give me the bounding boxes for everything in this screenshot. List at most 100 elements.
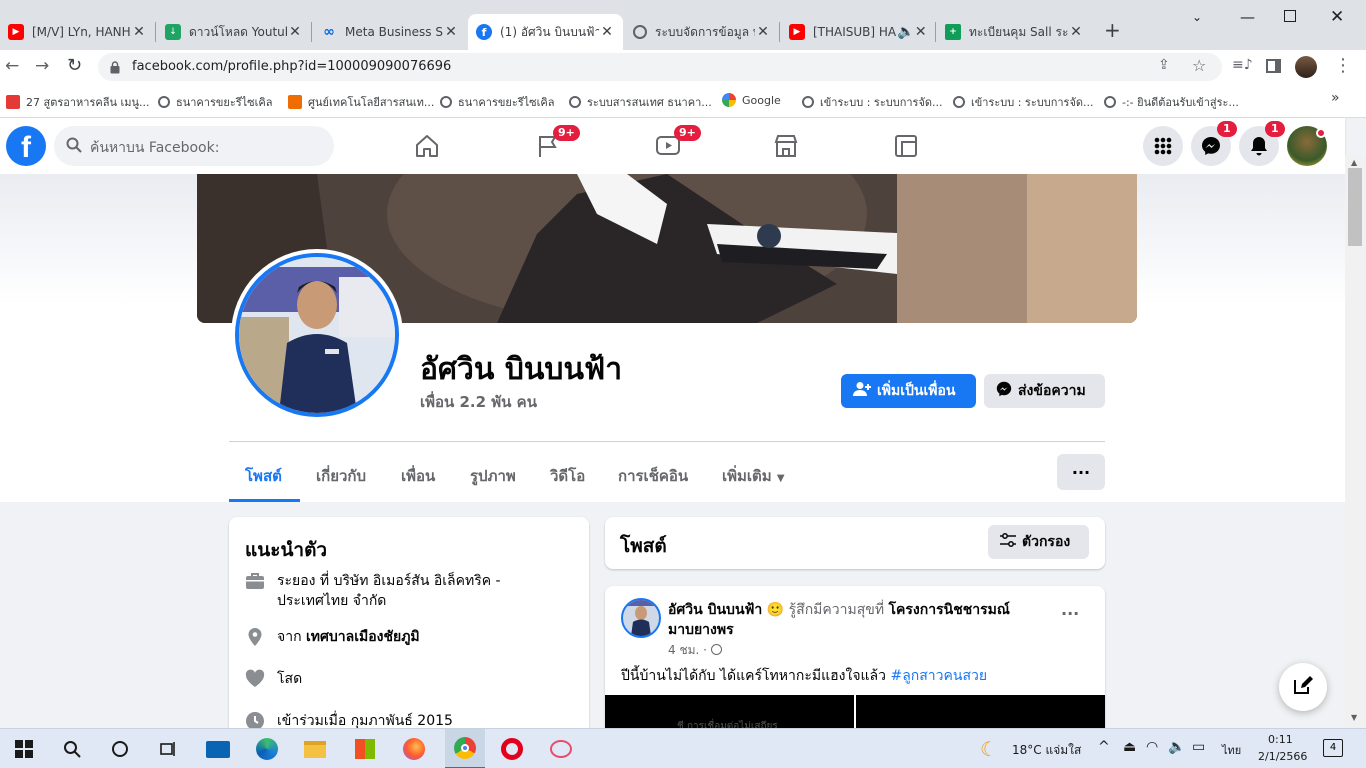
forward-icon[interactable]: → [35,56,49,76]
page-scrollbar[interactable]: ▲ ▼ [1345,156,1366,728]
input-language-indicator[interactable]: ไทย [1222,741,1241,759]
weather-moon-icon[interactable]: ☾ [980,737,998,761]
bookmark-item[interactable]: -:- ยินดีต้อนรับเข้าสู่ระ... [1104,93,1239,111]
new-message-button[interactable] [1279,663,1327,711]
profile-picture[interactable] [231,249,403,421]
bookmark-item[interactable]: เข้าระบบ : ระบบการจัด... [953,93,1094,111]
tab-posts[interactable]: โพสต์ [245,464,282,488]
scroll-up-arrow-icon[interactable]: ▲ [1351,158,1357,167]
bookmark-item[interactable]: ศูนย์เทคโนโลยีสารสนเท... [288,93,434,111]
tab-photos[interactable]: รูปภาพ [470,464,516,488]
action-center-icon[interactable]: 4 [1323,739,1343,757]
tab-title: ระบบจัดการข้อมูล บ [655,24,755,39]
cortana-icon[interactable] [108,737,132,761]
snipping-tool-icon[interactable] [549,737,573,761]
post-more-icon[interactable]: ··· [1061,604,1079,623]
side-panel-icon[interactable] [1266,59,1281,73]
share-icon[interactable]: ⇪ [1158,57,1170,73]
tab-friends[interactable]: เพื่อน [401,464,435,488]
bookmark-item[interactable]: Google [722,93,781,107]
friend-count[interactable]: เพื่อน 2.2 พัน คน [420,390,537,414]
browser-tab[interactable]: + ทะเบียนคุม Sall ระบบ ✕ [937,14,1092,50]
back-icon[interactable]: ← [5,56,19,76]
notifications-badge: 1 [1265,121,1285,137]
weather-text[interactable]: 18°C แจ่มใส [1012,741,1081,760]
profile-avatar-icon[interactable] [1295,56,1317,78]
battery-icon[interactable]: ▭ [1192,739,1205,755]
close-icon[interactable]: ✕ [599,24,615,40]
task-view-icon[interactable] [156,737,180,761]
address-bar[interactable]: facebook.com/profile.php?id=100009090076… [98,53,1222,81]
post-timestamp[interactable]: 4 ชม. · [668,643,707,657]
volume-icon[interactable]: 🔈 [1168,739,1185,755]
tab-videos[interactable]: วิดีโอ [550,464,585,488]
home-icon[interactable] [410,130,444,162]
tab-more[interactable]: เพิ่มเติม ▼ [722,464,785,488]
tab-checkins[interactable]: การเช็คอิน [618,464,688,488]
browser-tab[interactable]: ∞ Meta Business Suite ✕ [313,14,467,50]
scroll-down-arrow-icon[interactable]: ▼ [1351,713,1357,722]
bookmark-star-icon[interactable]: ☆ [1192,56,1206,75]
bookmark-item[interactable]: 27 สูตรอาหารคลีน เมนู... [6,93,150,111]
browser-tab[interactable]: ระบบจัดการข้อมูล บ ✕ [625,14,779,50]
close-icon[interactable]: ✕ [131,24,147,40]
minimize-button[interactable]: — [1240,8,1255,26]
bookmark-item[interactable]: ธนาคารขยะรีไซเคิล [158,93,273,111]
tray-overflow-chevron-icon[interactable]: ^ [1098,739,1110,755]
bookmark-item[interactable]: เข้าระบบ : ระบบการจัด... [802,93,943,111]
add-friend-button[interactable]: เพิ่มเป็นเพื่อน [841,374,976,408]
post-image[interactable] [856,695,1105,728]
bookmarks-overflow-button[interactable]: » [1331,90,1340,106]
facebook-logo[interactable]: f [6,126,46,166]
gaming-icon[interactable] [889,130,923,162]
marketplace-icon[interactable] [769,130,803,162]
clock-date[interactable]: 2/1/2566 [1258,750,1307,763]
browser-tab[interactable]: ↓ ดาวน์โหลด Youtube ✕ [157,14,311,50]
wifi-icon[interactable]: ◠ [1146,739,1158,755]
usb-device-icon[interactable]: ⏏ [1123,739,1136,755]
menu-grid-icon[interactable] [1143,126,1183,166]
intro-from-place[interactable]: เทศบาลเมืองชัยภูมิ [306,629,420,645]
post-image[interactable]: ชี การเชื่อมต่อไม่เสถียร [605,695,854,728]
new-tab-button[interactable]: + [1104,18,1121,42]
opera-icon[interactable] [500,737,524,761]
profile-more-button[interactable]: ··· [1057,454,1105,490]
file-explorer-icon[interactable] [303,737,327,761]
close-icon[interactable]: ✕ [287,24,303,40]
close-icon[interactable]: ✕ [755,24,771,40]
post-author-name[interactable]: อัศวิน บินบนฟ้า [668,602,762,618]
firefox-icon[interactable] [402,737,426,761]
audio-icon[interactable]: 🔈✕ [897,24,927,40]
windows-taskbar: ☾ 18°C แจ่มใส ^ ⏏ ◠ 🔈 ▭ ไทย 0:11 2/1/256… [0,728,1366,768]
post-hashtag[interactable]: #ลูกสาวคนสวย [890,668,987,684]
search-icon[interactable] [60,737,84,761]
post-author-avatar[interactable] [621,598,661,638]
browser-tab[interactable]: ▶ [M/V] LYn, HANHAE ✕ [0,14,155,50]
bookmark-item[interactable]: ธนาคารขยะรีไซเคิล [440,93,555,111]
tab-about[interactable]: เกี่ยวกับ [316,464,366,488]
close-icon[interactable]: ✕ [1068,24,1084,40]
window-close-button[interactable]: ✕ [1330,7,1344,27]
post-place[interactable]: โครงการนิชชารมณ์ [889,602,1010,618]
mail-icon[interactable] [206,737,230,761]
menu-kebab-icon[interactable]: ⋮ [1334,55,1352,76]
windows-start-icon[interactable] [12,737,36,761]
clock-time[interactable]: 0:11 [1268,733,1293,746]
browser-tab[interactable]: ▶ [THAISUB] HAI 🔈✕ [781,14,935,50]
chrome-active-slot[interactable] [445,729,485,768]
browser-tab-active[interactable]: f (1) อัศวิน บินบนฟ้า ✕ [468,14,623,50]
close-icon[interactable]: ✕ [443,24,459,40]
maximize-button[interactable] [1284,10,1296,22]
microsoft-store-icon[interactable] [353,737,377,761]
reload-icon[interactable]: ↻ [67,55,82,76]
edge-browser-icon[interactable] [255,737,279,761]
media-control-icon[interactable]: ≡♪ [1232,57,1253,73]
send-message-button[interactable]: ส่งข้อความ [984,374,1105,408]
tab-search-icon[interactable]: ⌄ [1192,10,1202,24]
post-place-line2[interactable]: มาบยางพร [668,622,734,638]
messenger-badge: 1 [1217,121,1237,137]
scrollbar-thumb[interactable] [1348,168,1362,246]
facebook-search-input[interactable]: ค้นหาบน Facebook: [54,126,334,166]
bookmark-item[interactable]: ระบบสารสนเทศ ธนาคา... [569,93,712,111]
filter-button[interactable]: ตัวกรอง [988,525,1089,559]
